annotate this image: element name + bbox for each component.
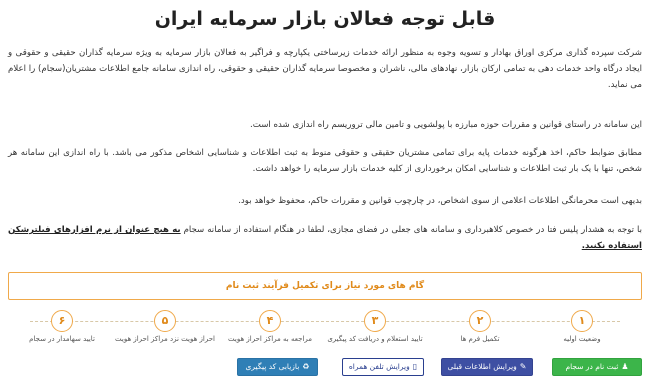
step-number-circle: ۳ <box>364 310 386 332</box>
recover-code-button[interactable]: ♻ بازیابی کد پیگیری <box>237 358 318 376</box>
step-label: تایید استعلام و دریافت کد پیگیری <box>327 335 423 343</box>
step-6: ۶ تایید سهامدار در سجام <box>12 310 112 343</box>
step-3: ۳ تایید استعلام و دریافت کد پیگیری <box>325 310 425 343</box>
register-button-label: ثبت نام در سجام <box>565 362 619 371</box>
privacy-paragraph: بدیهی است محرمانگی اطلاعات اعلامی از سوی… <box>238 196 642 206</box>
mobile-icon: ▯ <box>412 362 418 371</box>
step-4: ۴ مراجعه به مراکز احراز هویت <box>220 310 320 343</box>
edit-info-button-label: ویرایش اطلاعات قبلی <box>447 362 517 371</box>
step-2: ۲ تکمیل فرم ها <box>430 310 530 343</box>
intro-paragraph: شرکت سپرده گذاری مرکزی اوراق بهادار و تس… <box>8 48 642 90</box>
warning-text: با توجه به هشدار پلیس فتا در خصوص کلاهبر… <box>180 225 642 235</box>
steps-header-box: گام های مورد نیاز برای تکمیل فرآیند ثبت … <box>8 272 642 300</box>
step-number-circle: ۵ <box>154 310 176 332</box>
edit-info-button[interactable]: ✎ ویرایش اطلاعات قبلی <box>441 358 533 376</box>
step-label: تایید سهامدار در سجام <box>29 335 95 343</box>
step-label: مراجعه به مراکز احراز هویت <box>228 335 312 343</box>
step-1: ۱ وضعیت اولیه <box>532 310 632 343</box>
police-warning-paragraph: با توجه به هشدار پلیس فتا در خصوص کلاهبر… <box>8 222 642 254</box>
user-icon: ♟ <box>621 362 629 371</box>
step-number-circle: ۶ <box>51 310 73 332</box>
recover-code-button-label: بازیابی کد پیگیری <box>245 362 300 371</box>
step-number-circle: ۱ <box>571 310 593 332</box>
aml-paragraph: این سامانه در راستای قوانین و مقررات حوز… <box>250 120 642 130</box>
step-number-circle: ۲ <box>469 310 491 332</box>
edit-phone-button[interactable]: ▯ ویرایش تلفن همراه <box>342 358 424 376</box>
rules-paragraph: مطابق ضوابط حاکم، اخذ هرگونه خدمات پایه … <box>8 148 642 174</box>
page-title: قابل توجه فعالان بازار سرمایه ایران <box>154 8 496 30</box>
step-label: تکمیل فرم ها <box>460 335 500 343</box>
edit-icon: ✎ <box>519 362 527 371</box>
step-number-circle: ۴ <box>259 310 281 332</box>
step-label: وضعیت اولیه <box>563 335 601 343</box>
step-label: احراز هویت نزد مراکز احراز هویت <box>115 335 215 343</box>
steps-title: گام های مورد نیاز برای تکمیل فرآیند ثبت … <box>225 281 425 291</box>
register-button[interactable]: ♟ ثبت نام در سجام <box>552 358 642 376</box>
step-5: ۵ احراز هویت نزد مراکز احراز هویت <box>115 310 215 343</box>
recycle-icon: ♻ <box>302 362 310 371</box>
edit-phone-button-label: ویرایش تلفن همراه <box>348 362 410 371</box>
